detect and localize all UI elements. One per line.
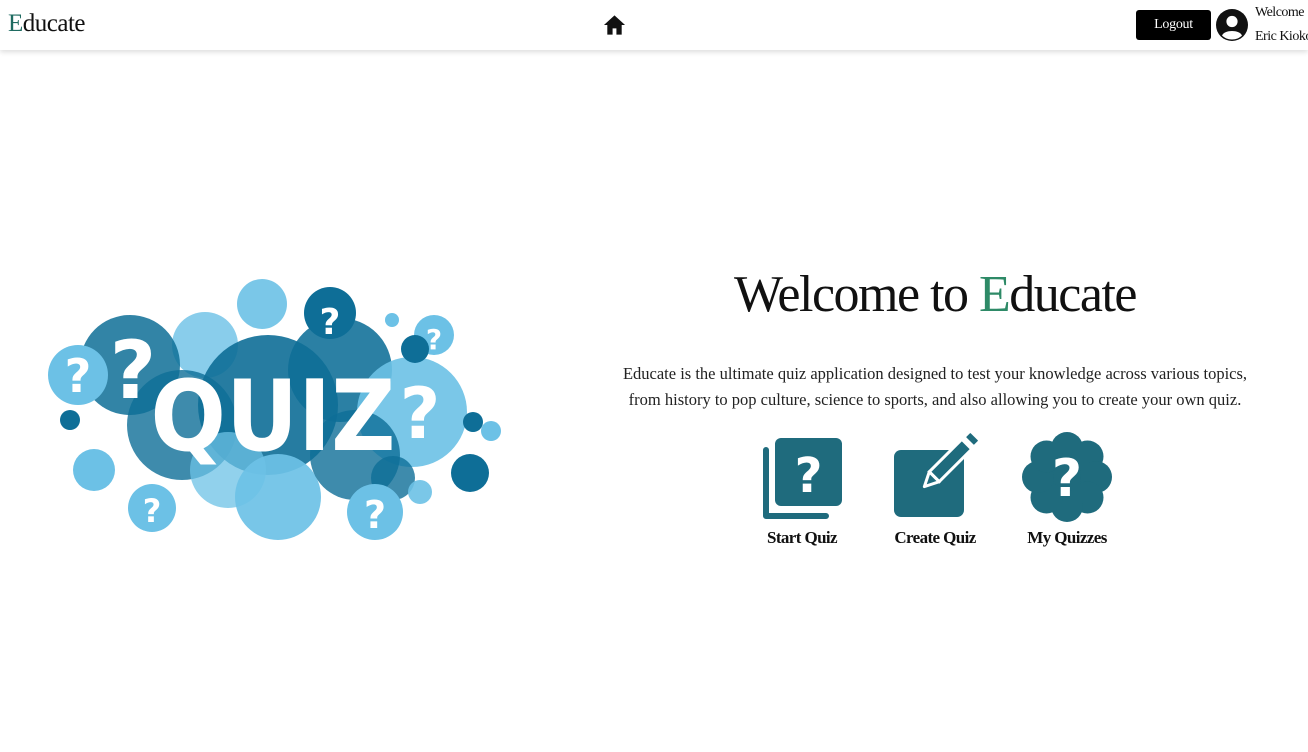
app-logo[interactable]: Educate [8, 9, 86, 39]
my-quizzes-label: My Quizzes [1027, 528, 1107, 547]
create-quiz-button[interactable]: Create Quiz [868, 430, 1002, 560]
create-quiz-label: Create Quiz [894, 528, 976, 547]
bubble-question-mark: ? [426, 323, 442, 356]
bubble-question-mark: ? [320, 302, 341, 343]
welcome-label: Welcome [1255, 5, 1305, 20]
description-line-1: Educate is the ultimate quiz application… [622, 364, 1248, 383]
home-icon[interactable] [603, 14, 626, 36]
heading-prefix: Welcome to [734, 266, 980, 323]
bubble-question-mark: ? [143, 492, 162, 530]
bubble-question-mark: ? [65, 349, 92, 403]
stacked-question-cards-icon: ? [763, 438, 842, 519]
start-quiz-button[interactable]: ? Start Quiz [735, 430, 869, 560]
description-line-2: from history to pop culture, science to … [628, 390, 1242, 409]
heading-highlight: E [979, 266, 1011, 323]
top-navbar: Educate Logout Welcome Eric Kioko [0, 0, 1308, 50]
user-name: Eric Kioko [1255, 29, 1308, 44]
start-quiz-label: Start Quiz [766, 528, 838, 547]
quiz-word: QUIZ [151, 360, 396, 474]
user-circle-icon[interactable] [1216, 9, 1248, 41]
quiz-bubbles-illustration: ? ? ? ? ? ? ? QUIZ [48, 279, 501, 540]
logo-initial: E [8, 10, 23, 37]
question-badge-icon: ? [1022, 432, 1112, 522]
logo-text: ducate [22, 10, 86, 37]
welcome-user-text: Welcome Eric Kioko [1255, 1, 1308, 49]
welcome-heading: Welcome to Educate [620, 262, 1250, 328]
app-description: Educate is the ultimate quiz application… [620, 361, 1250, 413]
card-question-mark: ? [795, 448, 823, 504]
bubble-question-mark: ? [110, 324, 156, 417]
my-quizzes-button[interactable]: ? My Quizzes [1000, 430, 1134, 560]
bubble-question-mark: ? [364, 493, 386, 537]
heading-suffix: ducate [1009, 266, 1137, 323]
badge-question-mark: ? [1052, 449, 1082, 509]
logout-button[interactable]: Logout [1136, 10, 1211, 40]
bubble-question-mark: ? [400, 373, 441, 455]
pencil-square-icon [894, 430, 981, 517]
